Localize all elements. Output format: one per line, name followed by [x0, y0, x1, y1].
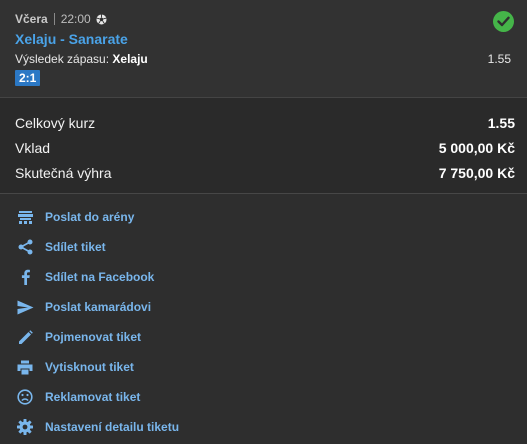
arena-icon	[16, 208, 34, 226]
print-icon	[16, 358, 34, 376]
result-pick: Xelaju	[112, 52, 148, 66]
stake-value: 5 000,00 Kč	[438, 140, 515, 156]
meta-divider	[53, 13, 55, 25]
share-facebook-button[interactable]: Sdílet na Facebook	[0, 262, 527, 292]
total-odds-value: 1.55	[487, 115, 515, 131]
win-row: Skutečná výhra 7 750,00 Kč	[15, 164, 515, 189]
stake-row: Vklad 5 000,00 Kč	[15, 139, 515, 164]
match-teams-link[interactable]: Xelaju - Sanarate	[15, 31, 513, 50]
share-ticket-label: Sdílet tiket	[45, 240, 106, 254]
send-to-arena-label: Poslat do arény	[45, 210, 135, 224]
stake-label: Vklad	[15, 140, 51, 156]
win-label: Skutečná výhra	[15, 165, 112, 181]
match-meta: Včera 22:00	[15, 10, 513, 28]
share-facebook-label: Sdílet na Facebook	[45, 270, 155, 284]
share-ticket-button[interactable]: Sdílet tiket	[0, 232, 527, 262]
sad-face-icon	[16, 388, 34, 406]
won-check-icon	[493, 11, 514, 32]
send-to-friend-button[interactable]: Poslat kamarádovi	[0, 292, 527, 322]
soccer-ball-icon	[96, 13, 107, 25]
complain-ticket-label: Reklamovat tiket	[45, 390, 141, 404]
ticket-detail-settings-label: Nastavení detailu tiketu	[45, 420, 180, 434]
print-ticket-label: Vytisknout tiket	[45, 360, 134, 374]
result-label: Výsledek zápasu:	[15, 52, 110, 66]
send-to-friend-label: Poslat kamarádovi	[45, 300, 152, 314]
rename-ticket-label: Pojmenovat tiket	[45, 330, 142, 344]
pencil-icon	[16, 328, 34, 346]
selection-odd: 1.55	[487, 52, 511, 66]
ticket-summary: Celkový kurz 1.55 Vklad 5 000,00 Kč Skut…	[0, 98, 527, 194]
rename-ticket-button[interactable]: Pojmenovat tiket	[0, 322, 527, 352]
send-to-arena-button[interactable]: Poslat do arény	[0, 202, 527, 232]
gear-icon	[16, 418, 34, 436]
total-odds-label: Celkový kurz	[15, 115, 96, 131]
facebook-icon	[16, 268, 34, 286]
send-icon	[16, 298, 34, 316]
match-time: 22:00	[60, 12, 91, 26]
bet-selection-row: Výsledek zápasu: Xelaju 1.55	[15, 52, 513, 68]
win-value: 7 750,00 Kč	[438, 165, 515, 181]
total-odds-row: Celkový kurz 1.55	[15, 114, 515, 139]
complain-ticket-button[interactable]: Reklamovat tiket	[0, 382, 527, 412]
match-day: Včera	[15, 12, 48, 26]
bet-selection: Výsledek zápasu: Xelaju	[15, 52, 148, 68]
ticket-detail-settings-button[interactable]: Nastavení detailu tiketu	[0, 412, 527, 442]
print-ticket-button[interactable]: Vytisknout tiket	[0, 352, 527, 382]
share-icon	[16, 238, 34, 256]
ticket-match-card: Včera 22:00 Xelaju - Sanarate Výsledek z…	[0, 0, 527, 98]
ticket-actions: Poslat do arény Sdílet tiket Sdílet na F…	[0, 194, 527, 442]
score-badge: 2:1	[15, 70, 41, 86]
